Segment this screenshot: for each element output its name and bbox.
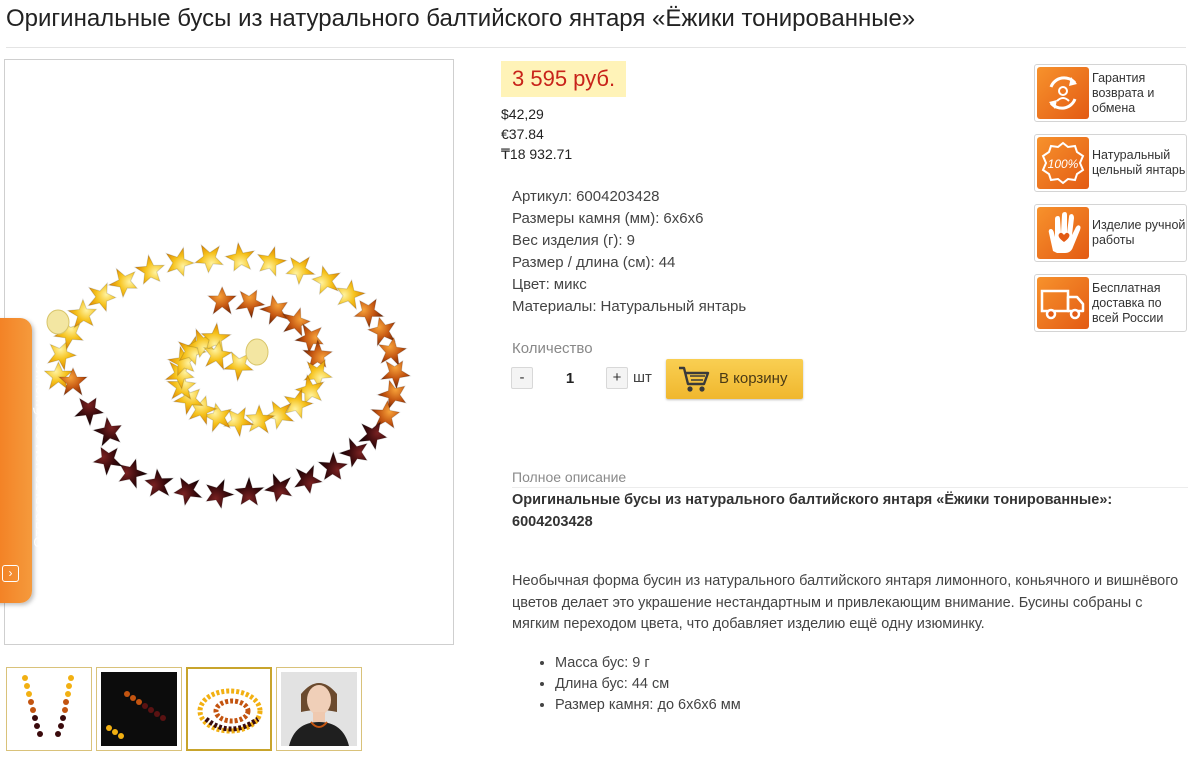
feedback-side-tab[interactable] xyxy=(0,318,32,603)
amber-bead xyxy=(42,335,81,373)
feedback-tab-label[interactable]: Отправьте нам сообщение xyxy=(31,313,48,548)
badge-label: Изделие ручной работы xyxy=(1092,218,1186,247)
property-length: Размер / длина (см): 44 xyxy=(512,252,746,274)
handmade-hand-icon xyxy=(1037,207,1089,259)
property-value: микс xyxy=(553,276,587,293)
amber-bead xyxy=(281,251,317,288)
thumbnail-2[interactable] xyxy=(96,667,182,751)
amber-bead xyxy=(130,251,171,292)
description-title: Оригинальные бусы из натурального балтий… xyxy=(512,492,1113,530)
amber-bead xyxy=(207,286,237,315)
main-product-image[interactable] xyxy=(4,59,454,645)
add-to-cart-label: В корзину xyxy=(719,370,788,387)
amber-bead xyxy=(231,282,270,322)
property-label: Размер / длина (см): xyxy=(512,254,655,271)
thumbnail-model-photo xyxy=(281,672,357,746)
property-value: 9 xyxy=(626,232,635,249)
price-usd: $42,29 xyxy=(501,106,544,122)
amber-bead xyxy=(220,239,260,278)
amber-bead xyxy=(290,463,325,497)
property-label: Артикул: xyxy=(512,188,573,205)
product-title: Оригинальные бусы из натурального балтий… xyxy=(6,5,916,32)
badge-label: Гарантия возврата и обмена xyxy=(1092,70,1155,115)
property-value: 6004203428 xyxy=(576,188,660,205)
property-label: Материалы: xyxy=(512,298,597,315)
quantity-decrease-button[interactable]: - xyxy=(511,367,533,389)
thumbnail-necklace-spiral xyxy=(192,673,266,745)
amber-bead xyxy=(193,244,225,275)
list-item: Масса бус: 9 г xyxy=(555,653,741,674)
price-eur: €37.84 xyxy=(501,126,544,142)
property-value: 6x6x6 xyxy=(663,210,704,227)
delivery-truck-icon xyxy=(1037,277,1089,329)
list-item: Длина бус: 44 см xyxy=(555,674,741,695)
product-properties: Артикул: 6004203428 Размеры камня (мм): 6x… xyxy=(512,186,746,318)
amber-bead xyxy=(111,453,151,493)
description-divider xyxy=(512,487,1188,488)
quantity-input[interactable] xyxy=(540,366,600,390)
description-text: Необычная форма бусин из натурального ба… xyxy=(512,573,1179,632)
property-label: Вес изделия (г): xyxy=(512,232,623,249)
badge-free-delivery[interactable]: Бесплатная доставка по всей России xyxy=(1034,274,1187,332)
list-item: Размер камня: до 6x6x6 мм xyxy=(555,695,741,716)
property-color: Цвет: микс xyxy=(512,274,746,296)
property-label: Размеры камня (мм): xyxy=(512,210,660,227)
property-value: 44 xyxy=(658,254,676,271)
property-value: Натуральный янтарь xyxy=(600,298,747,315)
add-to-cart-button[interactable]: В корзину xyxy=(666,359,803,399)
description-bullets: Масса бус: 9 г Длина бус: 44 см Размер к… xyxy=(512,653,741,716)
badge-return-guarantee[interactable]: Гарантия возврата и обмена xyxy=(1034,64,1187,122)
amber-bead xyxy=(161,245,198,282)
thumbnail-necklace-vertical xyxy=(11,672,87,746)
thumbnail-necklace-dark xyxy=(101,672,177,746)
thumbnail-4[interactable] xyxy=(276,667,362,751)
property-article: Артикул: 6004203428 xyxy=(512,186,746,208)
amber-bead xyxy=(140,466,175,502)
amber-bead xyxy=(90,412,129,451)
chevron-right-icon[interactable]: › xyxy=(2,565,19,582)
badge-handmade[interactable]: Изделие ручной работы xyxy=(1034,204,1187,262)
badge-natural-amber[interactable]: 100% Натуральный цельный янтарь xyxy=(1034,134,1187,192)
amber-bead xyxy=(256,290,296,330)
amber-bead xyxy=(88,439,127,479)
property-materials: Материалы: Натуральный янтарь xyxy=(512,296,746,318)
amber-necklace-image xyxy=(42,239,416,514)
property-weight: Вес изделия (г): 9 xyxy=(512,230,746,252)
badge-icon-text: 100% xyxy=(1048,157,1079,171)
thumbnail-1[interactable] xyxy=(6,667,92,751)
description-label: Полное описание xyxy=(512,469,627,485)
property-stone-size: Размеры камня (мм): 6x6x6 xyxy=(512,208,746,230)
amber-bead xyxy=(261,472,296,506)
badge-label: Натуральный цельный янтарь xyxy=(1092,148,1186,177)
badge-label: Бесплатная доставка по всей России xyxy=(1092,280,1164,325)
amber-bead xyxy=(198,474,238,514)
amber-bead xyxy=(310,264,341,297)
amber-bead xyxy=(229,473,269,513)
title-divider xyxy=(6,47,1186,48)
amber-bead xyxy=(250,242,291,283)
amber-bead xyxy=(87,282,117,313)
thumbnail-3-active[interactable] xyxy=(186,667,272,751)
price-kzt: ₸18 932.71 xyxy=(501,146,573,162)
quantity-increase-button[interactable]: + xyxy=(606,367,628,389)
quantity-unit: шт xyxy=(633,369,652,386)
natural-100-icon: 100% xyxy=(1037,137,1089,189)
amber-bead xyxy=(69,390,109,429)
amber-bead xyxy=(171,474,204,508)
shopping-cart-icon xyxy=(679,366,710,392)
price-main: 3 595 руб. xyxy=(501,61,627,97)
quantity-label: Количество xyxy=(512,340,593,357)
return-exchange-icon xyxy=(1037,67,1089,119)
property-label: Цвет: xyxy=(512,276,550,293)
